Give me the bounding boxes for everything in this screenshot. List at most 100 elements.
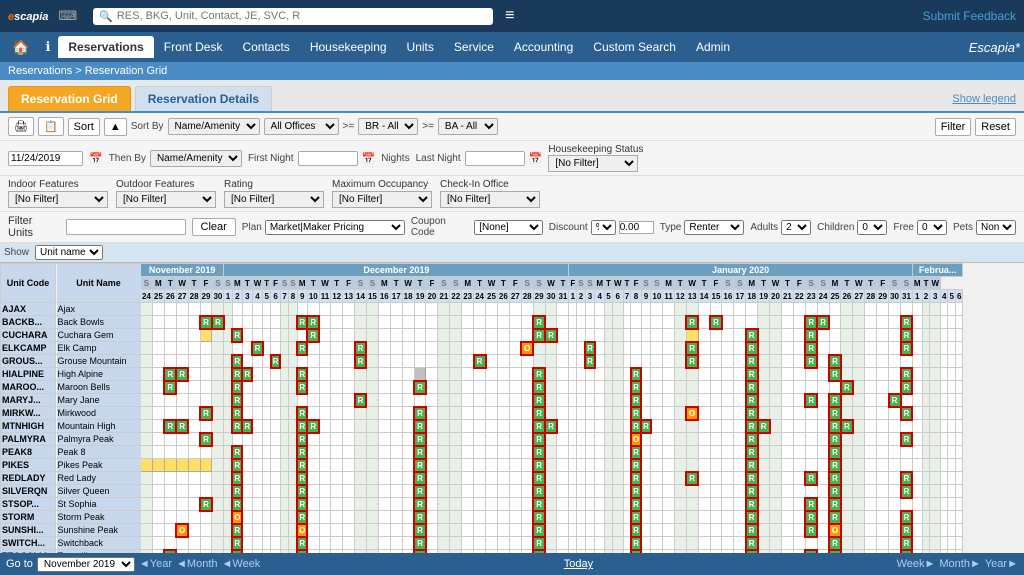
day-cell[interactable]: R xyxy=(805,342,817,355)
day-cell[interactable]: R xyxy=(805,355,817,368)
day-cell[interactable] xyxy=(343,537,355,550)
day-cell[interactable] xyxy=(686,537,698,550)
day-cell[interactable] xyxy=(402,342,414,355)
day-cell[interactable] xyxy=(343,550,355,554)
day-cell[interactable] xyxy=(585,498,595,511)
day-cell[interactable] xyxy=(331,550,343,554)
day-cell[interactable] xyxy=(289,381,297,394)
day-cell[interactable] xyxy=(948,381,955,394)
day-cell[interactable] xyxy=(497,381,509,394)
day-cell[interactable] xyxy=(853,381,865,394)
day-cell[interactable] xyxy=(623,472,631,485)
day-cell[interactable] xyxy=(577,303,585,316)
day-cell[interactable] xyxy=(331,329,343,342)
nav-reservations[interactable]: Reservations xyxy=(58,36,153,58)
day-cell[interactable] xyxy=(829,316,841,329)
unit-name-cell[interactable]: Mountain High xyxy=(56,420,141,433)
day-cell[interactable] xyxy=(378,498,390,511)
day-cell[interactable] xyxy=(674,537,686,550)
day-cell[interactable] xyxy=(674,381,686,394)
day-cell[interactable] xyxy=(605,342,613,355)
day-cell[interactable] xyxy=(841,524,853,537)
day-cell[interactable] xyxy=(141,368,153,381)
day-cell[interactable] xyxy=(930,355,941,368)
day-cell[interactable] xyxy=(877,407,889,420)
day-cell[interactable] xyxy=(930,511,941,524)
day-cell[interactable] xyxy=(152,407,164,420)
day-cell[interactable] xyxy=(521,459,533,472)
day-cell[interactable] xyxy=(141,329,153,342)
day-cell[interactable] xyxy=(307,407,319,420)
day-cell[interactable] xyxy=(438,303,450,316)
day-cell[interactable] xyxy=(212,394,224,407)
day-cell[interactable] xyxy=(853,550,865,554)
day-cell[interactable] xyxy=(450,381,462,394)
day-cell[interactable] xyxy=(734,459,746,472)
day-cell[interactable]: R xyxy=(829,394,841,407)
day-cell[interactable] xyxy=(509,368,521,381)
day-cell[interactable] xyxy=(623,485,631,498)
day-cell[interactable] xyxy=(271,498,281,511)
sort-button[interactable]: Sort xyxy=(68,118,100,136)
rating-select[interactable]: [No Filter] xyxy=(224,191,324,208)
day-cell[interactable]: R xyxy=(631,446,641,459)
day-cell[interactable] xyxy=(280,550,288,554)
day-cell[interactable] xyxy=(770,303,782,316)
day-cell[interactable] xyxy=(176,303,188,316)
day-cell[interactable] xyxy=(612,433,623,446)
day-cell[interactable] xyxy=(355,511,367,524)
day-cell[interactable] xyxy=(319,472,330,485)
day-cell[interactable] xyxy=(930,407,941,420)
day-cell[interactable] xyxy=(450,355,462,368)
day-cell[interactable]: R xyxy=(164,368,176,381)
day-cell[interactable] xyxy=(641,524,651,537)
day-cell[interactable] xyxy=(922,420,930,433)
day-cell[interactable] xyxy=(378,303,390,316)
day-cell[interactable] xyxy=(912,446,922,459)
day-cell[interactable] xyxy=(930,368,941,381)
day-cell[interactable] xyxy=(462,420,474,433)
day-cell[interactable] xyxy=(462,485,474,498)
day-cell[interactable] xyxy=(674,394,686,407)
day-cell[interactable]: R xyxy=(232,407,242,420)
day-cell[interactable] xyxy=(941,498,948,511)
day-cell[interactable] xyxy=(865,433,877,446)
discount-type-select[interactable]: % xyxy=(591,220,616,235)
day-cell[interactable] xyxy=(545,342,557,355)
day-cell[interactable] xyxy=(557,407,569,420)
day-cell[interactable] xyxy=(462,550,474,554)
day-cell[interactable] xyxy=(297,303,307,316)
day-cell[interactable] xyxy=(595,368,605,381)
day-cell[interactable] xyxy=(355,485,367,498)
day-cell[interactable]: R xyxy=(746,342,758,355)
day-cell[interactable] xyxy=(331,394,343,407)
day-cell[interactable] xyxy=(141,446,153,459)
day-cell[interactable] xyxy=(641,407,651,420)
day-cell[interactable] xyxy=(674,355,686,368)
day-cell[interactable] xyxy=(612,550,623,554)
day-cell[interactable]: R xyxy=(746,420,758,433)
day-cell[interactable] xyxy=(793,368,805,381)
day-cell[interactable] xyxy=(176,472,188,485)
day-cell[interactable]: R xyxy=(297,342,307,355)
day-cell[interactable] xyxy=(319,368,330,381)
day-cell[interactable]: O xyxy=(829,524,841,537)
day-cell[interactable] xyxy=(390,394,402,407)
day-cell[interactable] xyxy=(734,550,746,554)
day-cell[interactable]: R xyxy=(901,550,913,554)
day-cell[interactable] xyxy=(941,329,948,342)
day-cell[interactable] xyxy=(955,511,962,524)
day-cell[interactable] xyxy=(674,433,686,446)
day-cell[interactable] xyxy=(710,420,722,433)
day-cell[interactable] xyxy=(930,446,941,459)
day-cell[interactable]: R xyxy=(901,511,913,524)
unit-code-cell[interactable]: GROUS... xyxy=(1,355,56,368)
unit-code-cell[interactable]: PALMYRA xyxy=(1,433,56,446)
day-cell[interactable] xyxy=(450,342,462,355)
day-cell[interactable] xyxy=(912,472,922,485)
day-cell[interactable] xyxy=(331,446,343,459)
day-cell[interactable] xyxy=(557,446,569,459)
day-cell[interactable] xyxy=(271,381,281,394)
day-cell[interactable] xyxy=(289,550,297,554)
day-cell[interactable] xyxy=(595,550,605,554)
